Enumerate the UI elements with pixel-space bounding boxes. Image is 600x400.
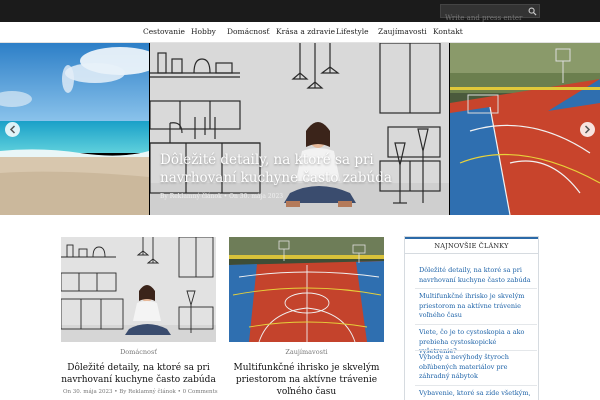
- widget-title: NAJNOVŠIE ČLÁNKY: [405, 237, 538, 254]
- main-navigation: Cestovanie Hobby Domácnosť Krása a zdrav…: [0, 22, 600, 43]
- latest-article-link[interactable]: Dôležité detaily, na ktoré sa pri navrho…: [419, 266, 534, 285]
- latest-article-link[interactable]: Multifunkčné ihrisko je skvelým priestor…: [419, 292, 534, 321]
- nav-item-hobby[interactable]: Hobby: [191, 27, 216, 36]
- post-card: Domácnosť Dôležité detaily, na ktoré sa …: [61, 237, 218, 395]
- divider: [415, 350, 537, 351]
- post-meta: On 30. mája 2023 • By Reklamný článok • …: [63, 389, 218, 395]
- nav-item-zaujimavosti[interactable]: Zaujímavosti: [378, 27, 427, 36]
- featured-slider: Dôležité detaily, na ktoré sa pri navrho…: [0, 43, 600, 215]
- chevron-right-icon: [584, 125, 591, 134]
- slide-sports-court-image[interactable]: [450, 43, 600, 215]
- latest-article-link[interactable]: Výhody a nevýhody štyroch obľúbených mat…: [419, 353, 534, 382]
- post-title[interactable]: Multifunkčné ihrisko je skvelým priestor…: [229, 362, 384, 398]
- post-category[interactable]: Domácnosť: [61, 348, 216, 356]
- slide-kitchen-image[interactable]: Dôležité detaily, na ktoré sa pri navrho…: [150, 43, 449, 215]
- post-card: Zaujímavosti Multifunkčné ihrisko je skv…: [229, 237, 384, 397]
- search-icon[interactable]: [528, 7, 537, 16]
- slide-meta: By Reklamný článok • On 30. mája 2023: [160, 193, 284, 200]
- latest-article-link[interactable]: Vybavenie, ktoré sa zíde všetkým,: [419, 389, 534, 399]
- slide-title[interactable]: Dôležité detaily, na ktoré sa pri navrho…: [160, 151, 449, 187]
- post-category[interactable]: Zaujímavosti: [229, 348, 384, 356]
- slider-prev-button[interactable]: [5, 122, 20, 137]
- latest-articles-widget: NAJNOVŠIE ČLÁNKY Dôležité detaily, na kt…: [404, 236, 539, 400]
- search-box[interactable]: [440, 4, 540, 24]
- post-thumbnail-kitchen[interactable]: [61, 237, 216, 342]
- slider-next-button[interactable]: [580, 122, 595, 137]
- post-thumbnail-sports-court[interactable]: [229, 237, 384, 342]
- nav-item-kontakt[interactable]: Kontakt: [433, 27, 463, 36]
- nav-item-krasa-a-zdravie[interactable]: Krása a zdravie: [276, 27, 335, 36]
- nav-item-lifestyle[interactable]: Lifestyle: [336, 27, 369, 36]
- slide-beach-image[interactable]: [0, 43, 149, 215]
- nav-item-domacnost[interactable]: Domácnosť: [227, 27, 270, 36]
- divider: [415, 324, 537, 325]
- divider: [415, 385, 537, 386]
- divider: [415, 288, 537, 289]
- nav-item-cestovanie[interactable]: Cestovanie: [143, 27, 185, 36]
- chevron-left-icon: [9, 125, 16, 134]
- top-bar: [0, 0, 600, 24]
- post-title[interactable]: Dôležité detaily, na ktoré sa pri navrho…: [61, 362, 216, 386]
